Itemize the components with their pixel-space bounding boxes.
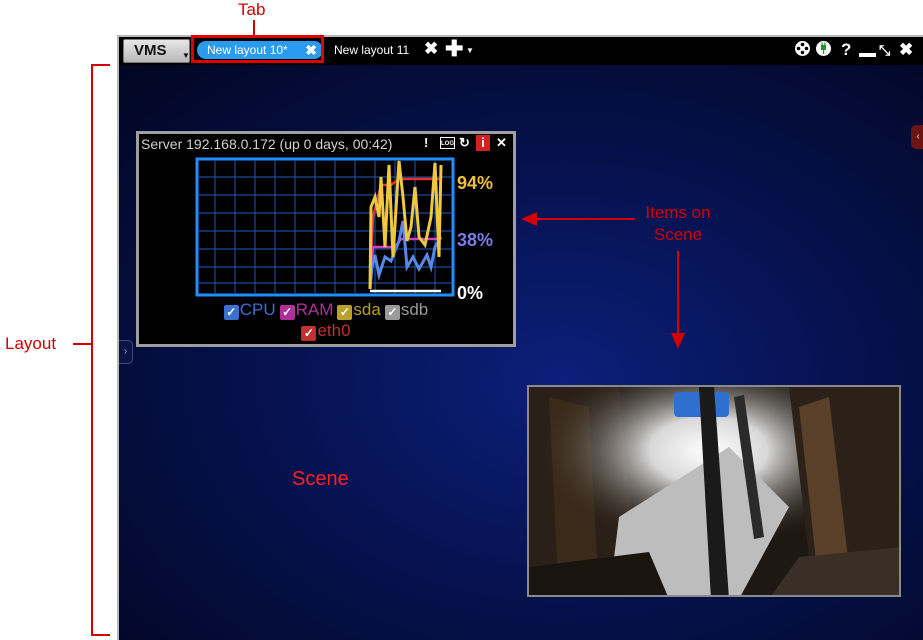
layout-bracket [91, 64, 110, 636]
tab-new-layout-11[interactable]: New layout 11 [334, 41, 409, 59]
tab-highlight-box [191, 35, 324, 63]
legend-sdb[interactable]: ✓ sdb [384, 299, 428, 320]
scene-annotation-label: Scene [292, 468, 349, 490]
tab-annotation-label: Tab [238, 0, 266, 19]
info-icon[interactable]: i [476, 135, 490, 151]
chevron-down-icon[interactable]: ▼ [466, 46, 474, 55]
layout-annotation-tick [73, 343, 91, 345]
chevron-down-icon: ▼ [182, 51, 190, 60]
fullscreen-icon[interactable]: ⤡ [879, 40, 890, 60]
close-icon[interactable]: ✖ [899, 40, 913, 60]
left-panel-toggle[interactable]: › [119, 340, 133, 364]
log-icon[interactable]: LOG [440, 137, 455, 149]
alert-icon[interactable]: ! [424, 135, 428, 151]
vms-main-menu-button[interactable]: VMS ▼ [123, 39, 190, 63]
percent-mid-label: 38% [457, 230, 494, 250]
help-icon[interactable]: ? [841, 40, 851, 60]
camera-frame-image [529, 387, 899, 595]
checkbox-icon[interactable]: ✓ [301, 326, 317, 341]
legend-sda[interactable]: ✓ sda [337, 299, 381, 320]
layout-annotation-label: Layout [5, 334, 57, 353]
checkbox-icon[interactable]: ✓ [384, 305, 400, 320]
legend-ram[interactable]: ✓ RAM [279, 299, 333, 320]
legend-eth0[interactable]: ✓ eth0 [301, 320, 351, 341]
server-title: Server 192.168.0.172 (up 0 days, 00:42) [141, 136, 393, 152]
right-panel-toggle[interactable]: ‹ [911, 125, 923, 149]
plug-icon[interactable] [815, 40, 832, 62]
resource-usage-chart [195, 157, 455, 297]
add-tab-icon[interactable]: ✚ [445, 37, 463, 61]
server-monitor-item[interactable]: Server 192.168.0.172 (up 0 days, 00:42) … [136, 131, 516, 347]
refresh-icon[interactable]: ↻ [459, 135, 470, 151]
checkbox-icon[interactable]: ✓ [337, 305, 353, 320]
percent-high-label: 94% [457, 173, 494, 193]
camera-view-item[interactable] [527, 385, 901, 597]
checkbox-icon[interactable]: ✓ [279, 305, 295, 320]
tab-close-icon[interactable]: ✖ [424, 39, 438, 59]
tab-label: New layout 11 [334, 43, 410, 57]
vms-menu-label: VMS [134, 42, 167, 59]
checkbox-icon[interactable]: ✓ [223, 305, 239, 320]
legend-cpu[interactable]: ✓ CPU [223, 299, 276, 320]
items-annotation-arrows [521, 212, 685, 349]
close-icon[interactable]: ✕ [496, 135, 507, 151]
film-reel-icon[interactable] [794, 40, 811, 62]
minimize-icon[interactable] [859, 53, 876, 57]
chart-legend: ✓ CPU ✓ RAM ✓ sda ✓ sdb ✓ eth0 [139, 299, 513, 341]
